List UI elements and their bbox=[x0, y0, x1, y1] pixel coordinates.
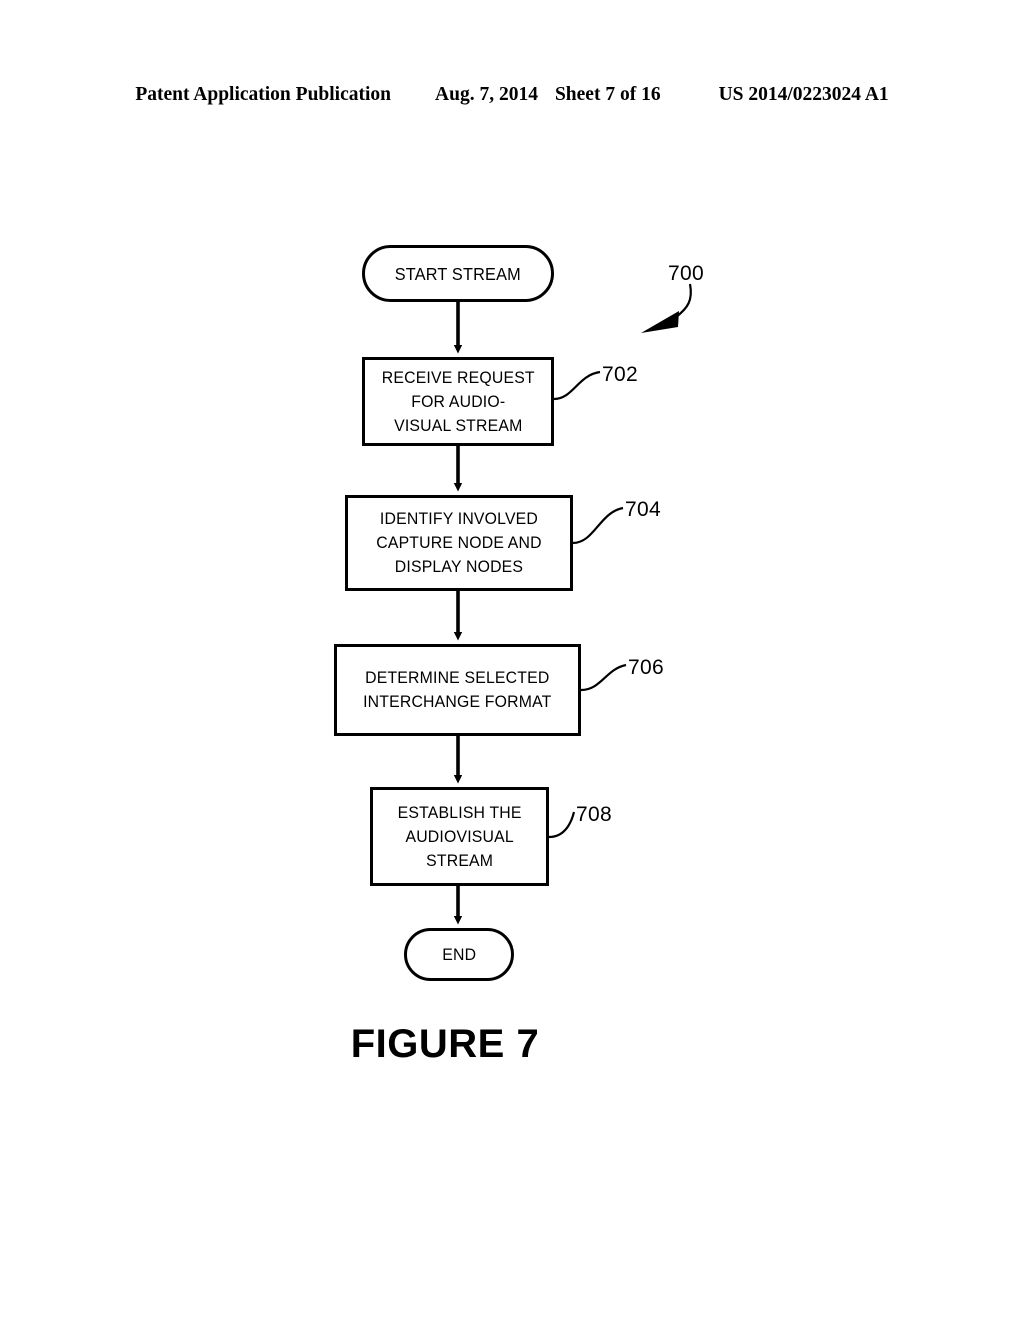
reference-number-704: 704 bbox=[625, 498, 661, 521]
flow-node-start-stream-label: START STREAM bbox=[394, 263, 522, 284]
leader-line-706 bbox=[580, 663, 627, 692]
flow-node-708-establish-stream[interactable]: ESTABLISH THE AUDIOVISUAL STREAM bbox=[370, 787, 549, 886]
leader-line-704 bbox=[572, 506, 624, 545]
flow-node-708-label: ESTABLISH THE AUDIOVISUAL STREAM bbox=[397, 802, 522, 870]
leader-line-700 bbox=[641, 283, 692, 333]
flow-node-702-label: RECEIVE REQUEST FOR AUDIO- VISUAL STREAM bbox=[381, 367, 535, 435]
reference-number-700: 700 bbox=[668, 262, 704, 285]
flow-node-702-receive-request[interactable]: RECEIVE REQUEST FOR AUDIO- VISUAL STREAM bbox=[362, 357, 554, 446]
flow-node-704-identify-nodes[interactable]: IDENTIFY INVOLVED CAPTURE NODE AND DISPL… bbox=[345, 495, 573, 591]
flowchart-figure: START STREAM RECEIVE REQUEST FOR AUDIO- … bbox=[0, 0, 1024, 1320]
figure-caption: FIGURE 7 bbox=[350, 1022, 540, 1066]
reference-number-706: 706 bbox=[628, 656, 664, 679]
flow-node-end-label: END bbox=[442, 944, 476, 964]
flow-node-706-determine-format[interactable]: DETERMINE SELECTED INTERCHANGE FORMAT bbox=[334, 644, 581, 736]
flow-node-end[interactable]: END bbox=[404, 928, 514, 981]
flow-node-706-label: DETERMINE SELECTED INTERCHANGE FORMAT bbox=[363, 668, 552, 711]
flow-node-704-label: IDENTIFY INVOLVED CAPTURE NODE AND DISPL… bbox=[376, 509, 542, 576]
leader-line-708 bbox=[548, 811, 576, 839]
flow-node-start-stream[interactable]: START STREAM bbox=[362, 245, 554, 302]
reference-number-702: 702 bbox=[602, 363, 638, 386]
leader-line-702 bbox=[553, 370, 601, 401]
reference-number-708: 708 bbox=[576, 803, 612, 826]
